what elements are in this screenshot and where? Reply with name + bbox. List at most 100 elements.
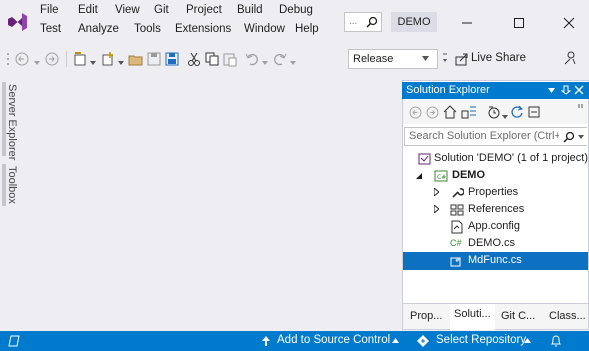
tree-item-label: MdFunc.cs: [468, 254, 522, 266]
tree-item-label: Solution 'DEMO' (1 of 1 project): [434, 152, 588, 164]
toolbox-tab[interactable]: Toolbox: [6, 166, 18, 204]
panel-options-dropdown-icon[interactable]: [548, 88, 555, 93]
copy-icon[interactable]: [204, 51, 220, 67]
tree-item-references[interactable]: References: [403, 201, 588, 219]
menu-tools[interactable]: Tools: [134, 23, 161, 35]
navigate-forward-icon[interactable]: [44, 51, 60, 67]
add-item-icon[interactable]: [100, 51, 116, 67]
toolbar-overflow-icon[interactable]: [442, 50, 448, 66]
panel-close-icon[interactable]: [574, 85, 584, 95]
menu-build[interactable]: Build: [237, 4, 263, 16]
svg-text:C#: C#: [437, 174, 446, 181]
navigate-back-icon[interactable]: [14, 51, 30, 67]
pending-changes-filter-icon[interactable]: [487, 105, 501, 121]
redo-icon[interactable]: [272, 51, 288, 67]
cut-icon[interactable]: [186, 51, 202, 67]
solution-explorer-search-input[interactable]: Search Solution Explorer (Ctrl+;: [404, 127, 587, 146]
expanded-arrow-icon[interactable]: [416, 173, 422, 179]
se-forward-icon[interactable]: [426, 106, 439, 122]
tree-item-mdfunc-cs[interactable]: # MdFunc.cs: [403, 252, 588, 270]
paste-icon[interactable]: [222, 51, 238, 67]
menu-help[interactable]: Help: [295, 23, 319, 35]
tree-item-label: App.config: [468, 220, 520, 232]
config-file-icon: [451, 220, 463, 234]
se-search-icon: [563, 131, 575, 143]
tab-git-changes[interactable]: Git C...: [501, 310, 535, 322]
menu-edit[interactable]: Edit: [78, 4, 98, 16]
collapsed-arrow-icon[interactable]: [434, 205, 439, 213]
svg-text:#: #: [455, 257, 460, 264]
search-placeholder: ...: [349, 16, 358, 27]
menu-debug[interactable]: Debug: [279, 4, 313, 16]
tab-properties[interactable]: Prop...: [410, 310, 442, 322]
add-to-source-control-button[interactable]: Add to Source Control: [277, 334, 390, 346]
menu-view[interactable]: View: [115, 4, 140, 16]
tree-item-label: DEMO.cs: [468, 237, 516, 249]
visual-studio-logo-icon[interactable]: [6, 12, 28, 32]
search-icon: [366, 16, 378, 28]
se-search-placeholder: Search Solution Explorer (Ctrl+;: [409, 130, 564, 142]
sync-icon[interactable]: [510, 105, 524, 121]
menu-git[interactable]: Git: [154, 4, 169, 16]
menu-project[interactable]: Project: [186, 4, 222, 16]
toolbar-grip-icon: [6, 51, 10, 67]
menu-extensions[interactable]: Extensions: [175, 23, 231, 35]
csharp-file-icon: #: [450, 257, 461, 267]
undo-dropdown-icon[interactable]: [262, 56, 268, 72]
se-toolbar-overflow-icon[interactable]: [578, 102, 584, 118]
csharp-project-icon: C#: [434, 170, 448, 182]
open-folder-icon[interactable]: [128, 51, 144, 67]
wrench-icon: [452, 188, 464, 198]
redo-dropdown-icon[interactable]: [290, 56, 296, 72]
new-project-dropdown-icon[interactable]: [90, 56, 96, 72]
tree-item-label: References: [468, 203, 525, 215]
menu-test[interactable]: Test: [40, 23, 61, 35]
se-search-dropdown-icon[interactable]: [578, 135, 584, 139]
tree-item-project[interactable]: C# DEMO: [403, 167, 588, 185]
chevron-up-icon: [392, 338, 399, 343]
filter-dropdown-icon[interactable]: [502, 110, 508, 126]
pin-icon[interactable]: [561, 85, 571, 96]
editor-area: [24, 80, 400, 330]
solution-explorer-title: Solution Explorer: [406, 84, 490, 96]
tree-item-solution[interactable]: Solution 'DEMO' (1 of 1 project): [403, 150, 588, 168]
menu-file[interactable]: File: [40, 4, 59, 16]
tree-item-properties[interactable]: Properties: [403, 184, 588, 202]
search-box[interactable]: ...: [344, 12, 382, 32]
status-bar: Add to Source Control Select Repository: [0, 331, 589, 351]
csharp-file-icon: C#: [450, 238, 462, 248]
menu-analyze[interactable]: Analyze: [78, 23, 119, 35]
feedback-icon[interactable]: [562, 50, 578, 66]
solution-name-badge: DEMO: [391, 12, 437, 32]
home-icon[interactable]: [443, 105, 457, 121]
save-icon[interactable]: [146, 51, 162, 67]
solution-icon: [418, 153, 431, 165]
menu-window[interactable]: Window: [244, 23, 285, 35]
new-project-icon[interactable]: [72, 51, 88, 67]
save-all-icon[interactable]: [164, 51, 180, 67]
live-share-button[interactable]: Live Share: [471, 52, 526, 64]
close-icon[interactable]: [560, 14, 578, 32]
collapse-all-icon[interactable]: [527, 105, 541, 121]
live-share-icon[interactable]: [455, 52, 469, 68]
server-explorer-tab[interactable]: Server Explorer: [6, 84, 18, 160]
collapsed-arrow-icon[interactable]: [434, 188, 439, 196]
minimize-icon[interactable]: [458, 14, 476, 32]
select-repository-button[interactable]: Select Repository: [436, 334, 526, 346]
tree-item-demo-cs[interactable]: C# DEMO.cs: [403, 235, 588, 253]
undo-icon[interactable]: [244, 51, 260, 67]
tree-item-app-config[interactable]: App.config: [403, 218, 588, 236]
tab-class-view[interactable]: Class...: [549, 310, 586, 322]
solution-configuration-select[interactable]: Release: [348, 49, 438, 69]
notifications-bell-icon[interactable]: [550, 334, 562, 347]
switch-views-icon[interactable]: [461, 105, 477, 121]
tab-solution-explorer[interactable]: Soluti...: [450, 304, 495, 330]
back-dropdown-icon[interactable]: [34, 56, 40, 72]
upload-arrow-icon: [262, 336, 270, 346]
references-icon: [450, 204, 464, 216]
notification-output-icon[interactable]: [8, 335, 20, 347]
maximize-icon[interactable]: [510, 14, 528, 32]
solution-explorer-titlebar[interactable]: Solution Explorer: [402, 82, 589, 99]
add-item-dropdown-icon[interactable]: [118, 56, 124, 72]
se-back-icon[interactable]: [409, 106, 422, 122]
